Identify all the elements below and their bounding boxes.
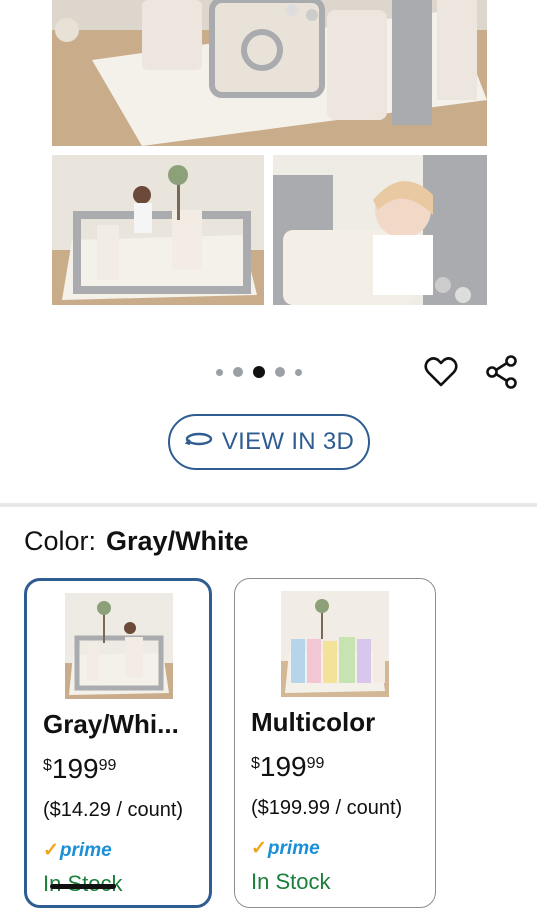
color-option-name: Gray/Whi... xyxy=(43,709,179,739)
color-option-name: Multicolor xyxy=(251,707,376,737)
prime-label: prime xyxy=(267,838,320,859)
share-icon[interactable] xyxy=(485,355,519,389)
color-option-price: $19999 xyxy=(43,753,116,785)
color-option-card-multicolor[interactable]: Multicolor $19999 ($199.99 / count) ✓pri… xyxy=(234,578,436,908)
product-thumbnail-1[interactable] xyxy=(52,155,264,305)
prime-badge: ✓prime xyxy=(251,837,320,860)
heart-icon[interactable] xyxy=(424,355,458,389)
rotate-3d-icon xyxy=(184,428,214,456)
color-option-thumbnail xyxy=(281,591,389,697)
prime-badge: ✓prime xyxy=(43,839,112,862)
stock-status: In Stock xyxy=(251,869,331,894)
product-thumbnail-2[interactable] xyxy=(273,155,487,305)
unit-price: ($14.29 / count) xyxy=(43,799,184,821)
prime-check-icon: ✓ xyxy=(43,840,59,861)
price-cents: 99 xyxy=(98,757,117,774)
prime-check-icon: ✓ xyxy=(251,838,267,859)
price-cents: 99 xyxy=(306,755,325,772)
color-option-price: $19999 xyxy=(251,751,324,783)
pager-dot[interactable] xyxy=(295,368,302,376)
main-product-image[interactable] xyxy=(52,0,487,146)
view-in-3d-label: VIEW IN 3D xyxy=(221,428,355,455)
color-selector-label: Color: Gray/White xyxy=(24,526,249,557)
prime-label: prime xyxy=(59,840,112,861)
color-option-thumbnail xyxy=(65,593,173,699)
pager-dot[interactable] xyxy=(216,368,223,376)
selected-color-value: Gray/White xyxy=(106,526,249,556)
price-currency: $ xyxy=(43,757,52,774)
image-pager[interactable] xyxy=(216,365,302,379)
pager-dot[interactable] xyxy=(233,367,243,377)
unit-price: ($199.99 / count) xyxy=(251,797,403,819)
section-divider xyxy=(0,503,537,507)
price-whole: 199 xyxy=(51,753,99,784)
price-whole: 199 xyxy=(259,751,307,782)
home-indicator xyxy=(50,884,116,889)
color-label: Color: xyxy=(24,526,97,556)
price-currency: $ xyxy=(251,755,260,772)
view-in-3d-button[interactable]: VIEW IN 3D xyxy=(168,414,370,470)
color-option-card-gray-white[interactable]: Gray/Whi... $19999 ($14.29 / count) ✓pri… xyxy=(24,578,212,908)
pager-dot[interactable] xyxy=(275,367,285,377)
pager-dot-active[interactable] xyxy=(253,366,265,378)
